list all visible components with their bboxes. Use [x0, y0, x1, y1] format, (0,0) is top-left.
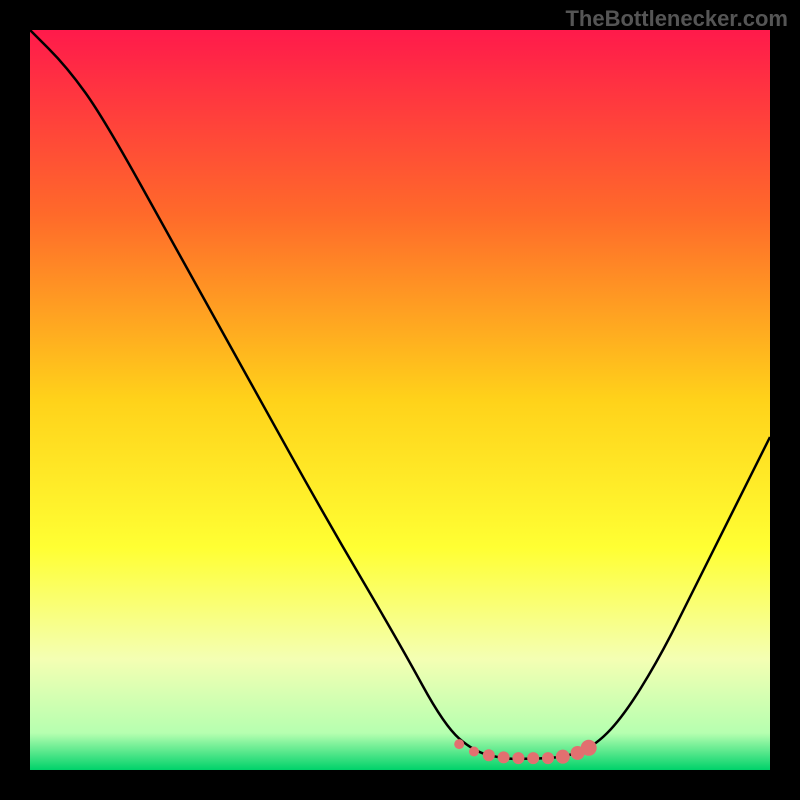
highlight-dot — [454, 739, 464, 749]
highlight-dot — [556, 750, 570, 764]
bottleneck-chart — [30, 30, 770, 770]
plot-area — [30, 30, 770, 770]
highlight-dot — [581, 740, 597, 756]
watermark-text: TheBottlenecker.com — [565, 6, 788, 32]
highlight-dot — [498, 751, 510, 763]
highlight-dot — [527, 752, 539, 764]
chart-container: TheBottlenecker.com — [0, 0, 800, 800]
highlight-dot — [469, 747, 479, 757]
highlight-dot — [483, 749, 495, 761]
highlight-dot — [512, 752, 524, 764]
highlight-dot — [542, 752, 554, 764]
